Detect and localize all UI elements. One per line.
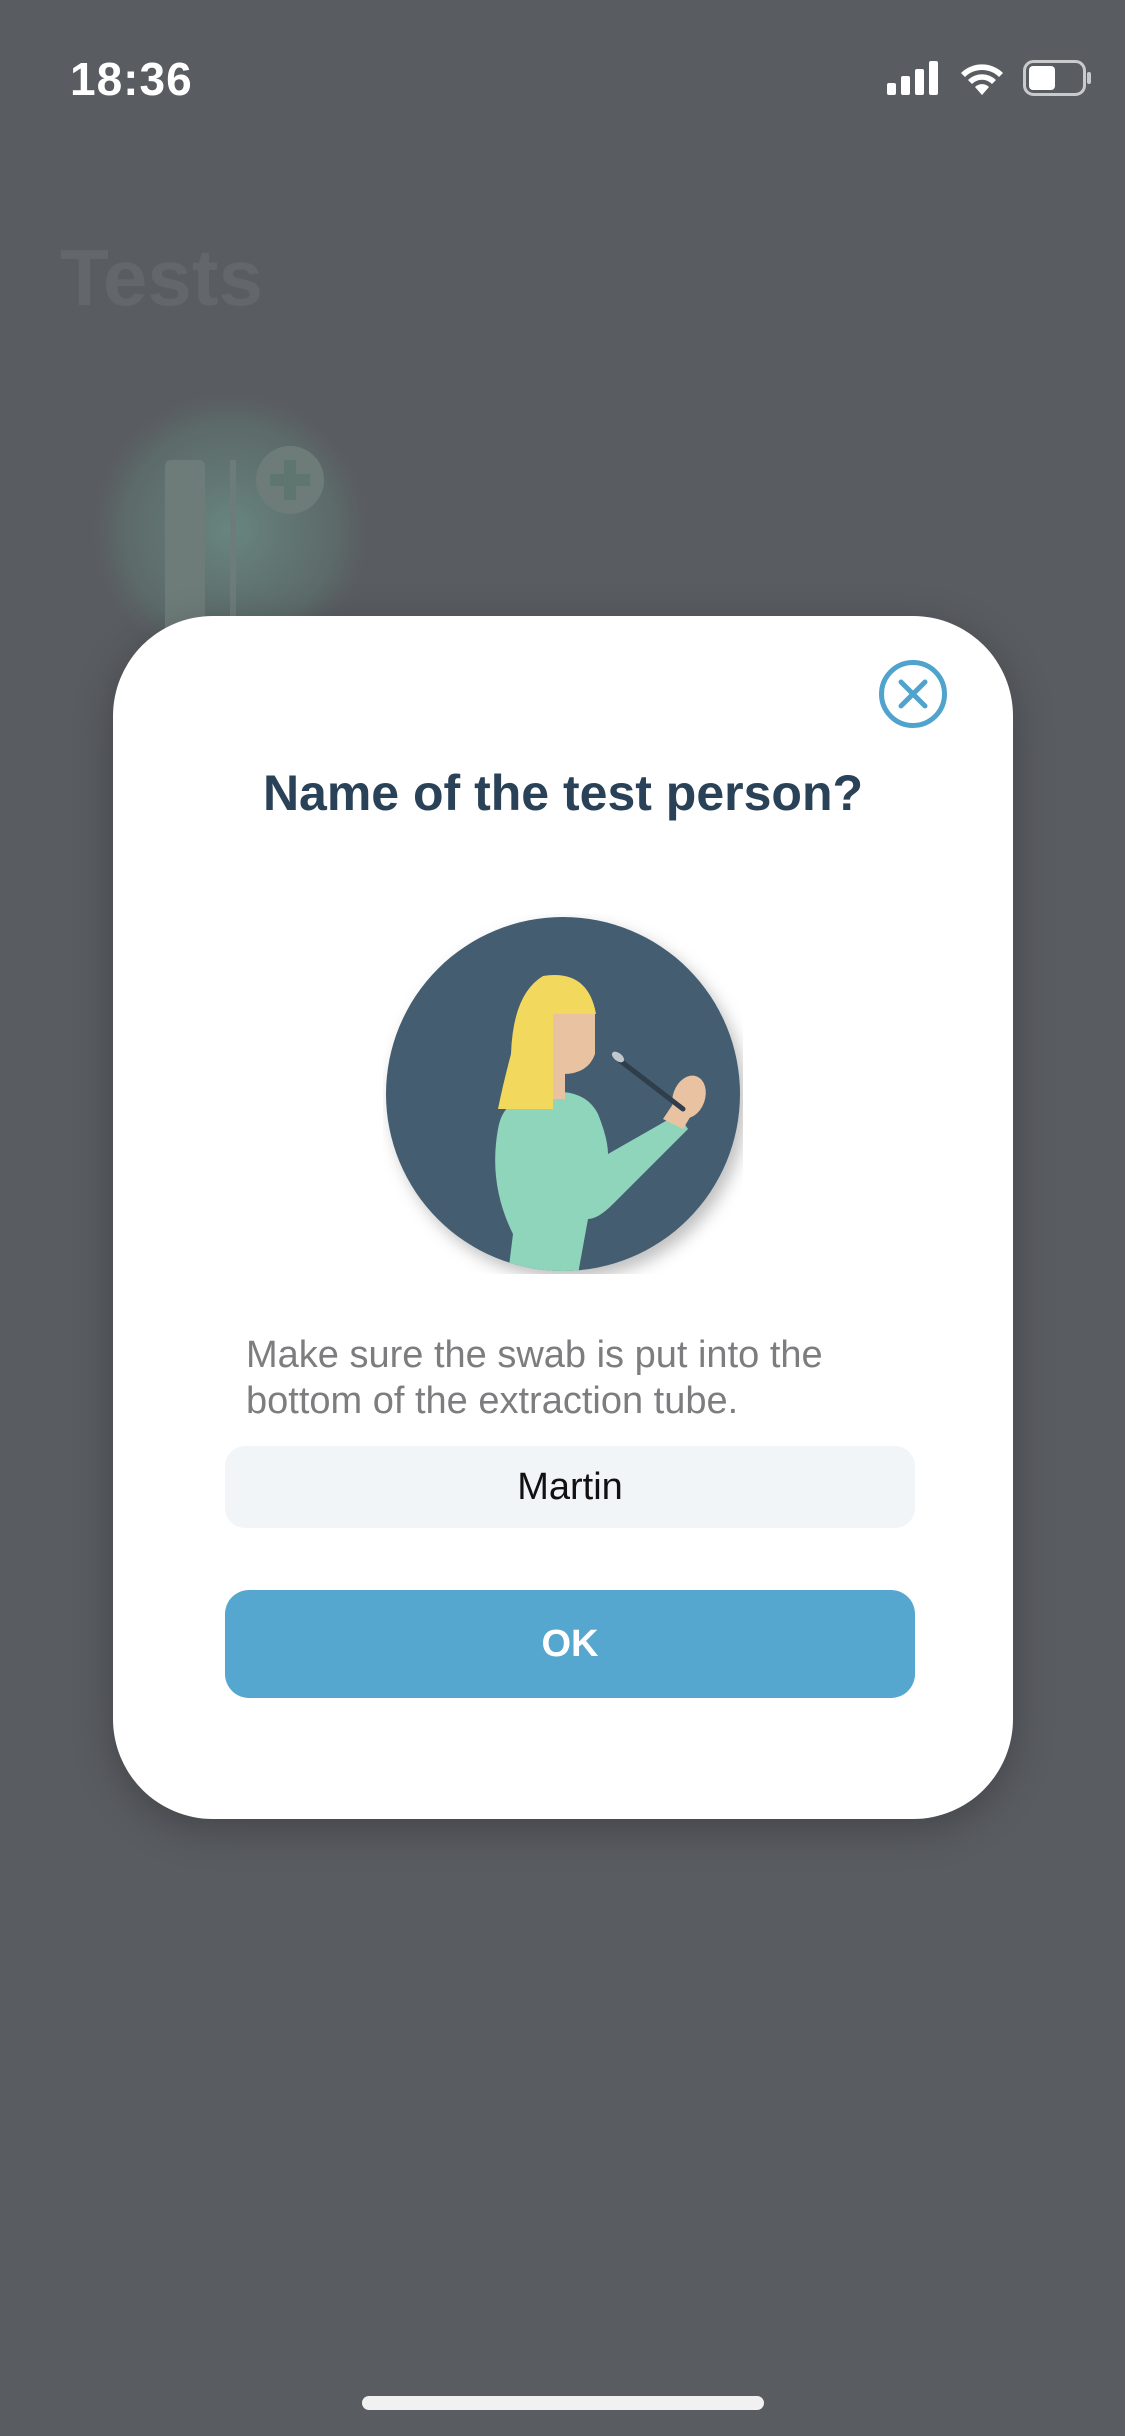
instruction-text: Make sure the swab is put into the botto… bbox=[246, 1334, 823, 1422]
person-swab-illustration bbox=[383, 914, 743, 1274]
wifi-icon bbox=[959, 61, 1005, 100]
dialog-title: Name of the test person? bbox=[262, 765, 864, 821]
status-bar: 18:36 bbox=[0, 0, 1125, 150]
battery-icon bbox=[1023, 60, 1093, 101]
close-icon bbox=[898, 679, 928, 709]
ok-button[interactable]: OK bbox=[225, 1590, 915, 1698]
home-indicator[interactable] bbox=[362, 2396, 764, 2410]
person-name-input[interactable]: Martin bbox=[225, 1446, 915, 1528]
cellular-signal-icon bbox=[887, 61, 941, 100]
status-icons bbox=[887, 60, 1093, 101]
close-button[interactable] bbox=[879, 660, 947, 728]
status-time: 18:36 bbox=[70, 53, 193, 105]
name-dialog: Name of the test person? Make sure the s… bbox=[113, 616, 1013, 1819]
background-page-title: Tests bbox=[60, 233, 264, 322]
